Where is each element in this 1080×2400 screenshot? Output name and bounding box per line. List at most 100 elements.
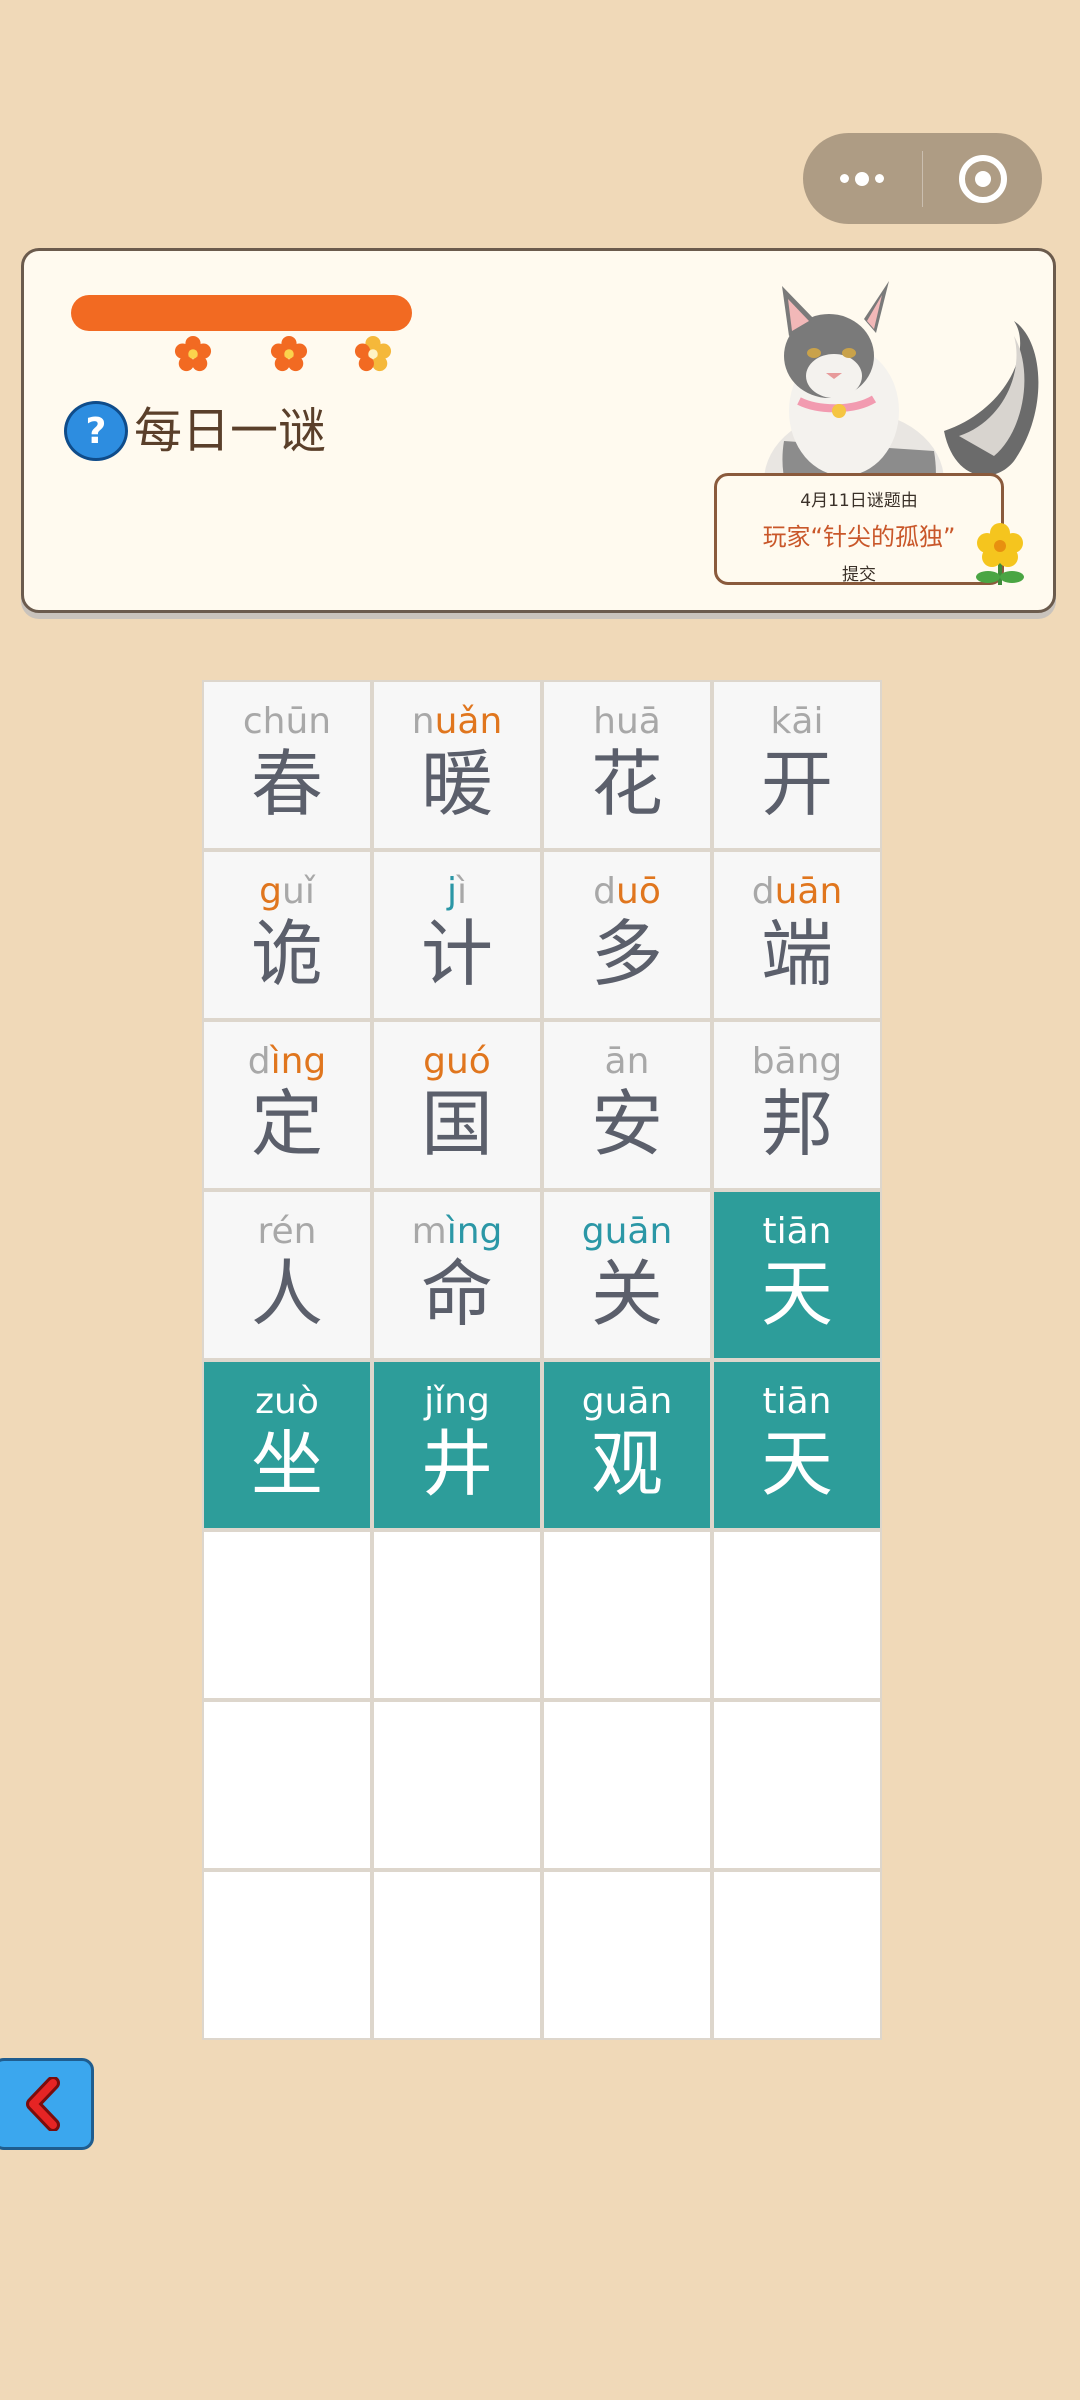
- miniprogram-capsule: [803, 133, 1042, 224]
- hanzi-character: 诡: [250, 912, 323, 996]
- grid-cell[interactable]: mìng 命: [374, 1192, 540, 1358]
- pinyin-segment: n: [411, 701, 435, 742]
- hanzi-character: 邦: [760, 1082, 833, 1166]
- grid-cell[interactable]: kāi 开: [714, 682, 880, 848]
- grid-cell[interactable]: tiān 天: [714, 1362, 880, 1528]
- pinyin-segment: uǐ: [282, 871, 315, 912]
- pinyin-label: guǐ: [259, 870, 315, 914]
- pinyin-segment: j: [446, 871, 457, 912]
- empty-cell[interactable]: [544, 1532, 710, 1698]
- grid-cell[interactable]: zuò 坐: [204, 1362, 370, 1528]
- pinyin-label: mìng: [412, 1210, 503, 1254]
- pinyin-label: duān: [752, 870, 843, 914]
- pinyin-segment: guó: [423, 1041, 491, 1082]
- grid-cell[interactable]: ān 安: [544, 1022, 710, 1188]
- help-icon[interactable]: ?: [64, 401, 128, 461]
- hanzi-character: 开: [760, 742, 833, 826]
- grid-cell[interactable]: duān 端: [714, 852, 880, 1018]
- grid-cell[interactable]: dìng 定: [204, 1022, 370, 1188]
- grid-cell[interactable]: guān 关: [544, 1192, 710, 1358]
- flower-icon: [976, 523, 1024, 585]
- target-icon: [958, 154, 1007, 203]
- back-button[interactable]: [0, 2058, 94, 2150]
- empty-cell[interactable]: [714, 1532, 880, 1698]
- pinyin-segment: guān: [581, 1211, 673, 1252]
- puzzle-header-card: ? 每日一谜 4月11日谜题由 玩家“针尖的孤独” 提交: [21, 248, 1056, 613]
- pinyin-segment: uō: [616, 871, 661, 912]
- pinyin-label: guān: [582, 1210, 673, 1254]
- grid-cell[interactable]: tiān 天: [714, 1192, 880, 1358]
- grid-cell[interactable]: chūn 春: [204, 682, 370, 848]
- more-button[interactable]: [803, 133, 922, 224]
- pinyin-segment: ch: [242, 701, 286, 742]
- close-miniprogram-button[interactable]: [923, 133, 1042, 224]
- pinyin-label: guó: [423, 1040, 491, 1084]
- grid-cell[interactable]: duō 多: [544, 852, 710, 1018]
- empty-cell[interactable]: [374, 1702, 540, 1868]
- credit-bubble: 4月11日谜题由 玩家“针尖的孤独” 提交: [714, 473, 1004, 585]
- grid-cell[interactable]: guǐ 诡: [204, 852, 370, 1018]
- pinyin-label: ān: [605, 1040, 650, 1084]
- grid-cell[interactable]: jì 计: [374, 852, 540, 1018]
- pinyin-segment: ìng: [270, 1041, 327, 1082]
- pinyin-segment: uān: [774, 871, 843, 912]
- pinyin-label: rén: [258, 1210, 317, 1254]
- empty-cell[interactable]: [204, 1532, 370, 1698]
- pinyin-label: jǐng: [424, 1380, 490, 1424]
- grid-cell[interactable]: guān 观: [544, 1362, 710, 1528]
- empty-cell[interactable]: [544, 1702, 710, 1868]
- hanzi-character: 花: [590, 742, 663, 826]
- pinyin-label: nuǎn: [412, 700, 503, 744]
- pinyin-segment: tiān: [762, 1381, 832, 1422]
- pinyin-label: chūn: [243, 700, 331, 744]
- grid-cell[interactable]: bāng 邦: [714, 1022, 880, 1188]
- hanzi-character: 端: [760, 912, 833, 996]
- empty-cell[interactable]: [204, 1872, 370, 2038]
- pinyin-label: dìng: [248, 1040, 327, 1084]
- pinyin-segment: g: [259, 871, 283, 912]
- pinyin-label: guān: [582, 1380, 673, 1424]
- grid-cell[interactable]: nuǎn 暖: [374, 682, 540, 848]
- pinyin-segment: bāng: [751, 1041, 843, 1082]
- page-title: 每日一谜: [134, 403, 327, 459]
- hanzi-character: 国: [420, 1082, 493, 1166]
- pinyin-segment: guān: [581, 1381, 673, 1422]
- pinyin-segment: m: [411, 1211, 447, 1252]
- empty-cell[interactable]: [374, 1872, 540, 2038]
- hanzi-character: 关: [590, 1252, 663, 1336]
- grid-cell[interactable]: huā 花: [544, 682, 710, 848]
- empty-cell[interactable]: [714, 1872, 880, 2038]
- hanzi-character: 人: [250, 1252, 323, 1336]
- pinyin-segment: jǐng: [424, 1381, 490, 1422]
- credit-date: 4月11日谜题由: [800, 491, 918, 511]
- empty-cell[interactable]: [544, 1872, 710, 2038]
- hanzi-character: 观: [590, 1422, 663, 1506]
- empty-cell[interactable]: [374, 1532, 540, 1698]
- flower-icon: [354, 335, 392, 372]
- pinyin-label: kāi: [771, 700, 824, 744]
- hanzi-character: 天: [760, 1422, 833, 1506]
- grid-cell[interactable]: guó 国: [374, 1022, 540, 1188]
- pinyin-segment: uǎn: [434, 701, 503, 742]
- pinyin-segment: ū: [285, 701, 309, 742]
- pinyin-segment: d: [247, 1041, 271, 1082]
- hanzi-character: 安: [590, 1082, 663, 1166]
- empty-cell[interactable]: [204, 1702, 370, 1868]
- credit-author: 玩家“针尖的孤独”: [762, 523, 956, 551]
- pinyin-segment: d: [751, 871, 775, 912]
- pinyin-segment: k: [770, 701, 792, 742]
- grid-cell[interactable]: jǐng 井: [374, 1362, 540, 1528]
- grid-cell[interactable]: rén 人: [204, 1192, 370, 1358]
- pinyin-label: tiān: [763, 1210, 832, 1254]
- empty-cell[interactable]: [714, 1702, 880, 1868]
- pinyin-segment: d: [593, 871, 616, 912]
- pinyin-segment: n: [308, 701, 332, 742]
- pinyin-label: bāng: [752, 1040, 843, 1084]
- hanzi-character: 春: [250, 742, 323, 826]
- pinyin-segment: ìng: [446, 1211, 503, 1252]
- more-icon: [840, 171, 885, 186]
- flower-icon: [174, 335, 212, 372]
- hanzi-character: 天: [760, 1252, 833, 1336]
- flower-icon: [270, 335, 308, 372]
- pinyin-segment: ān: [604, 1041, 650, 1082]
